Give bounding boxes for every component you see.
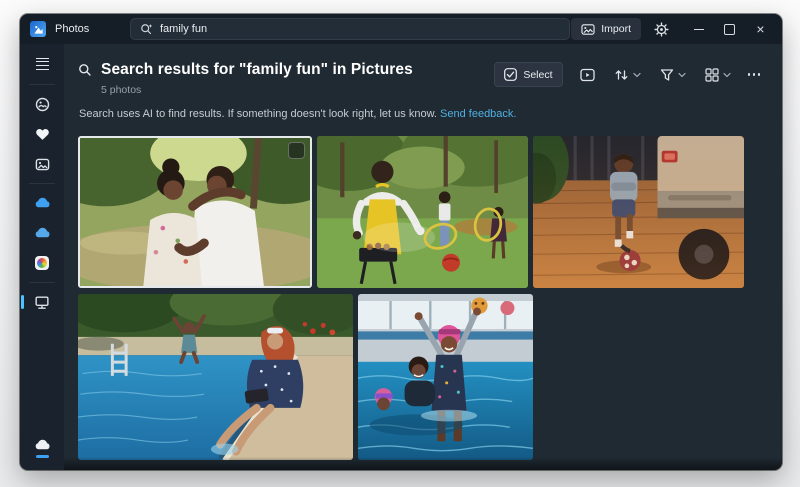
photo-thumbnail-outdoor-pool[interactable] — [78, 294, 353, 460]
more-options-button[interactable] — [744, 63, 765, 86]
slideshow-button[interactable] — [574, 63, 601, 86]
search-sparkle-icon — [140, 23, 153, 36]
more-ellipsis-icon — [748, 73, 751, 76]
toolbar: Select — [494, 62, 764, 87]
app-title: Photos — [55, 23, 89, 35]
sidebar-item-this-pc[interactable] — [26, 287, 58, 317]
favorites-heart-icon — [35, 127, 50, 141]
sidebar-item-onedrive[interactable] — [26, 188, 58, 218]
photo-library-icon — [35, 157, 50, 172]
main-content: Search results for "family fun" in Pictu… — [64, 44, 782, 470]
filter-icon — [660, 68, 674, 82]
sync-cloud-icon — [34, 439, 51, 451]
photo-select-checkbox[interactable] — [288, 142, 305, 159]
sync-status[interactable] — [34, 439, 51, 458]
close-icon: × — [756, 22, 764, 36]
chevron-down-icon — [678, 72, 686, 78]
slideshow-icon — [580, 68, 595, 82]
all-photos-icon — [35, 97, 50, 112]
ai-notice: Search uses AI to find results. If somet… — [79, 108, 516, 120]
titlebar: Photos family fun Import — [20, 14, 782, 44]
minimize-icon — [694, 29, 704, 30]
sort-button[interactable] — [608, 63, 647, 86]
filter-button[interactable] — [654, 63, 692, 86]
maximize-icon — [724, 24, 735, 35]
sidebar-item-all-photos[interactable] — [26, 89, 58, 119]
chevron-down-icon — [723, 72, 731, 78]
sort-icon — [614, 68, 629, 82]
icloud-photos-icon — [35, 256, 49, 270]
sidebar-item-onedrive-photos[interactable] — [26, 218, 58, 248]
import-label: Import — [601, 23, 631, 35]
menu-icon — [36, 58, 49, 72]
photos-app-window: Photos family fun Import — [20, 14, 782, 470]
photo-count: 5 photos — [101, 84, 413, 96]
photo-thumbnail-indoor-pool[interactable] — [358, 294, 533, 460]
onedrive-photos-cloud-icon — [34, 227, 51, 239]
send-feedback-link[interactable]: Send feedback. — [440, 108, 516, 120]
sidebar-item-favorites[interactable] — [26, 119, 58, 149]
select-label: Select — [523, 69, 552, 81]
titlebar-actions: Import × — [571, 17, 776, 41]
close-button[interactable]: × — [745, 17, 776, 41]
this-pc-icon — [34, 295, 50, 310]
layout-tiles-icon — [705, 68, 719, 82]
page-title: Search results for "family fun" in Pictu… — [101, 61, 413, 79]
ai-notice-text: Search uses AI to find results. If somet… — [79, 108, 437, 120]
sidebar-item-folders[interactable] — [26, 149, 58, 179]
photo-thumbnail-bbq-park[interactable] — [317, 136, 528, 288]
sidebar — [20, 44, 64, 470]
results-header: Search results for "family fun" in Pictu… — [78, 61, 764, 96]
search-input[interactable]: family fun — [130, 18, 570, 40]
photos-app-icon — [30, 21, 46, 37]
sync-progress-bar — [36, 455, 49, 458]
sidebar-separator — [29, 84, 55, 85]
import-button[interactable]: Import — [571, 18, 641, 40]
select-checkbox-icon — [504, 68, 517, 81]
search-icon — [78, 63, 92, 77]
chevron-down-icon — [633, 72, 641, 78]
photo-thumbnail-couple-park[interactable] — [78, 136, 312, 288]
sidebar-separator — [29, 282, 55, 283]
select-button[interactable]: Select — [494, 62, 562, 87]
settings-button[interactable] — [647, 18, 675, 40]
minimize-button[interactable] — [683, 17, 714, 41]
photo-thumbnail-boy-soccer-car[interactable] — [533, 136, 744, 288]
import-icon — [581, 23, 595, 36]
sidebar-item-icloud-photos[interactable] — [26, 248, 58, 278]
sidebar-separator — [29, 183, 55, 184]
search-value: family fun — [160, 23, 207, 35]
sidebar-menu-button[interactable] — [26, 50, 58, 80]
photo-grid — [78, 136, 744, 460]
maximize-button[interactable] — [714, 17, 745, 41]
selected-indicator — [21, 295, 24, 309]
layout-button[interactable] — [699, 63, 737, 86]
settings-gear-icon — [654, 22, 669, 37]
onedrive-cloud-icon — [34, 197, 51, 209]
